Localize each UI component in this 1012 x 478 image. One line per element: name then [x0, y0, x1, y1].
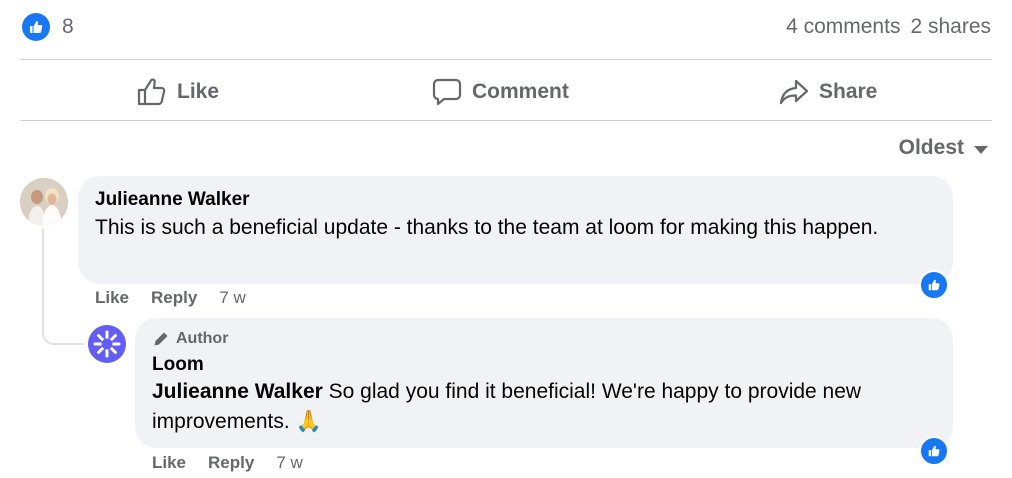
- divider-bottom: [20, 120, 992, 121]
- thumbs-up-icon: [928, 445, 940, 457]
- author-badge-label: Author: [176, 330, 229, 347]
- divider-top: [20, 59, 992, 60]
- reply-author[interactable]: Loom: [152, 354, 204, 376]
- comment-bubble: Julieanne Walker This is such a benefici…: [78, 176, 953, 284]
- reply-meta: Like Reply 7 w: [152, 453, 303, 473]
- comment-text: This is such a beneficial update - thank…: [95, 216, 879, 239]
- reply-reply-link[interactable]: Reply: [208, 453, 254, 473]
- comment-sort-dropdown[interactable]: Oldest: [899, 136, 988, 160]
- reply-text-block: Julieanne Walker So glad you find it ben…: [152, 377, 942, 437]
- commenter-avatar[interactable]: [20, 178, 68, 226]
- pencil-icon: [154, 332, 168, 346]
- thumbs-up-icon: [137, 78, 166, 106]
- folded-hands-emoji: 🙏: [295, 410, 322, 433]
- thumbs-up-icon: [928, 279, 940, 291]
- reply-timestamp[interactable]: 7 w: [276, 453, 302, 473]
- like-button[interactable]: Like: [137, 72, 219, 112]
- comment-reply-link[interactable]: Reply: [151, 288, 197, 308]
- like-button-label: Like: [177, 80, 220, 103]
- reply-mention[interactable]: Julieanne Walker: [152, 380, 323, 403]
- shares-count[interactable]: 2 shares: [910, 15, 991, 39]
- comment-icon: [432, 78, 462, 106]
- comment-button[interactable]: Comment: [432, 72, 569, 112]
- reply-like-link[interactable]: Like: [152, 453, 186, 473]
- author-badge: Author: [152, 330, 228, 348]
- loom-logo-icon[interactable]: [88, 325, 126, 363]
- comment-meta: Like Reply 7 w: [95, 288, 246, 308]
- share-button[interactable]: Share: [779, 72, 877, 112]
- like-reaction-icon[interactable]: [22, 13, 50, 41]
- share-button-label: Share: [819, 80, 878, 103]
- comment-button-label: Comment: [472, 80, 569, 103]
- comment-sort-label: Oldest: [898, 136, 964, 159]
- reaction-count[interactable]: 8: [62, 15, 74, 39]
- thumbs-up-icon: [30, 21, 43, 33]
- comment-timestamp[interactable]: 7 w: [219, 288, 245, 308]
- comment-like-reaction-icon[interactable]: [919, 270, 949, 300]
- caret-down-icon: [974, 145, 988, 154]
- share-icon: [779, 79, 809, 105]
- comments-count[interactable]: 4 comments: [786, 15, 900, 39]
- reply-bubble: Author Loom Julieanne Walker So glad you…: [135, 318, 953, 448]
- reply-like-reaction-icon[interactable]: [919, 436, 949, 466]
- comment-author[interactable]: Julieanne Walker: [95, 189, 250, 211]
- comment-like-link[interactable]: Like: [95, 288, 129, 308]
- post-stats: 4 comments 2 shares: [786, 15, 991, 39]
